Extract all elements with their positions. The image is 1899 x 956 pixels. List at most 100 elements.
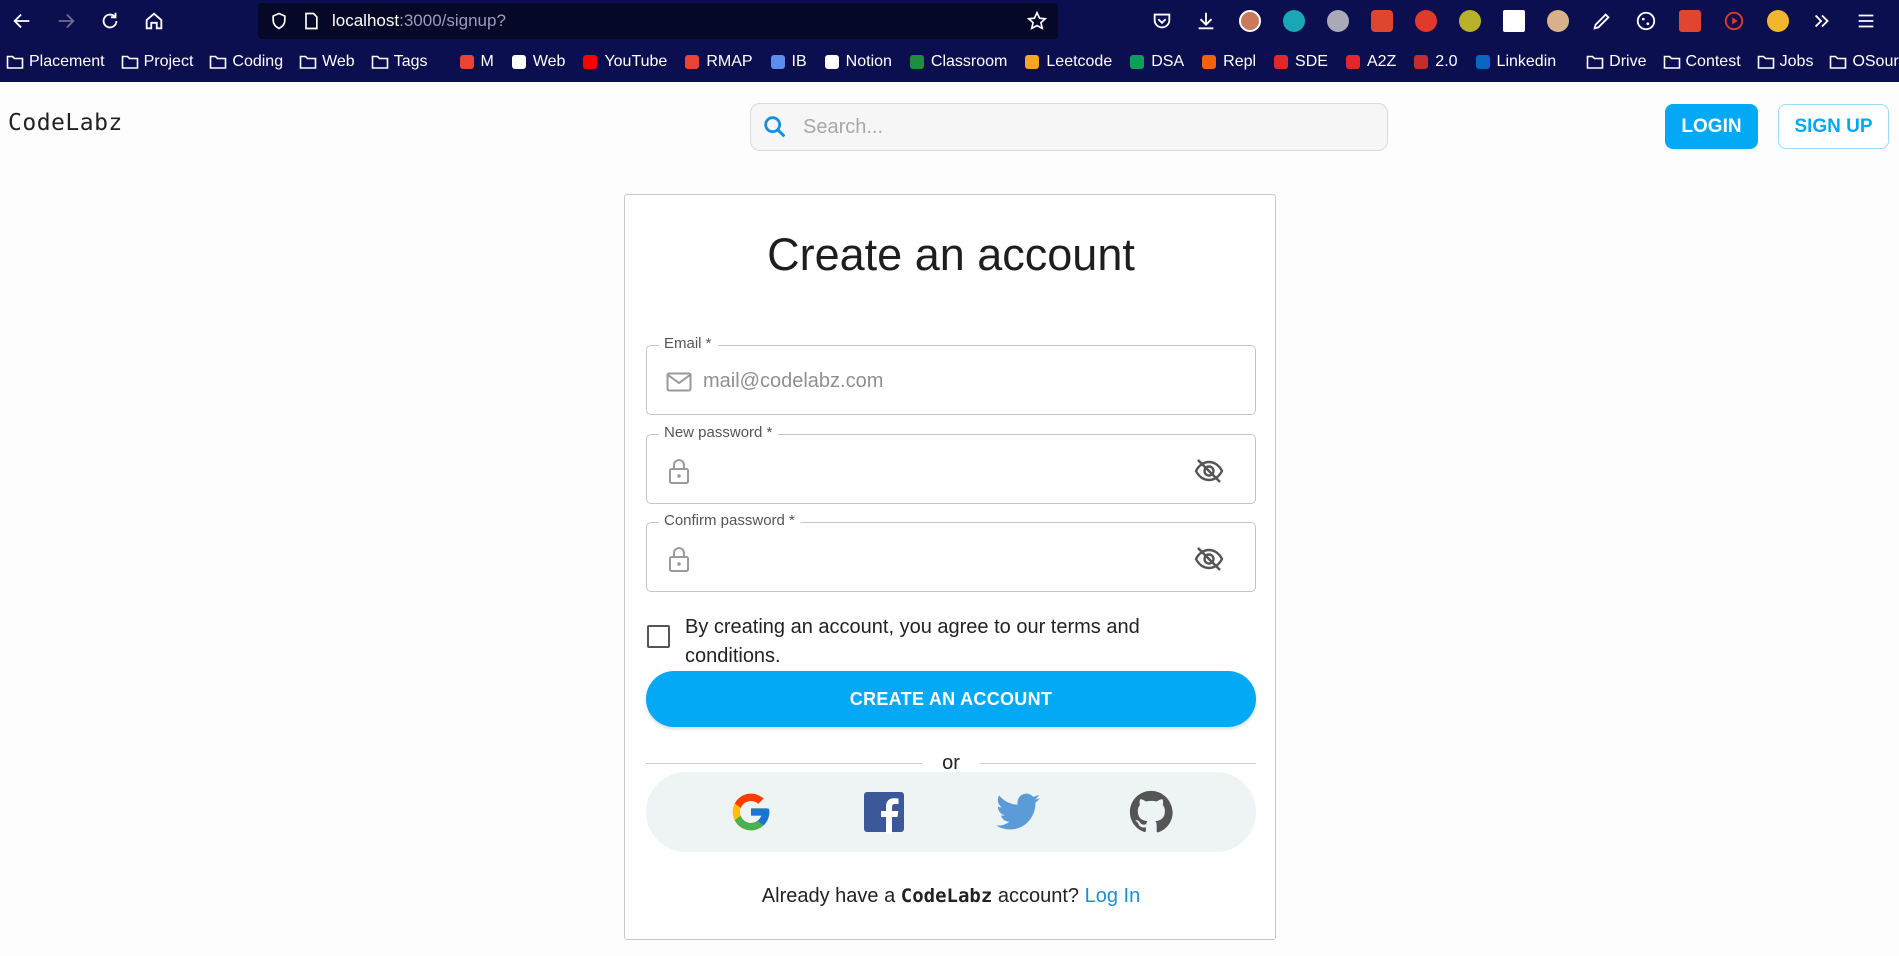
home-button[interactable] <box>132 0 176 42</box>
sheets-icon <box>1128 53 1146 71</box>
app-logo[interactable]: CodeLabz <box>8 110 123 136</box>
bookmark-label: Web <box>322 53 355 70</box>
bookmark-item[interactable]: 2.0 <box>1412 53 1458 71</box>
divider-line <box>646 762 923 764</box>
terms-checkbox[interactable] <box>647 625 670 648</box>
terms-text: By creating an account, you agree to our… <box>685 616 1140 667</box>
plus-extension-icon[interactable] <box>1448 0 1492 42</box>
login-prompt-brand: CodeLabz <box>900 885 993 907</box>
pen-extension-icon[interactable] <box>1580 0 1624 42</box>
login-link[interactable]: Log In <box>1085 885 1141 907</box>
search-bar[interactable] <box>750 103 1388 151</box>
new-password-field[interactable]: New password * <box>646 424 1256 504</box>
github-icon[interactable] <box>1128 789 1174 835</box>
back-button[interactable] <box>0 0 44 42</box>
bookmark-item[interactable]: Classroom <box>908 53 1007 71</box>
bookmark-item[interactable]: RMAP <box>683 53 753 71</box>
login-prompt-prefix: Already have a <box>761 885 896 907</box>
bookmark-item[interactable]: Placement <box>6 53 105 71</box>
arrow-left-icon <box>13 13 30 29</box>
signup-button[interactable]: SIGN UP <box>1778 104 1889 149</box>
bookmark-item[interactable]: IB <box>769 53 807 71</box>
bookmark-item[interactable]: YouTube <box>581 53 667 71</box>
play-extension-icon[interactable] <box>1712 0 1756 42</box>
bookmark-label: Jobs <box>1779 53 1814 70</box>
visibility-off-icon[interactable] <box>1193 455 1225 487</box>
bookmark-label: Notion <box>845 53 892 70</box>
bookmark-label: Classroom <box>930 53 1008 70</box>
confirm-password-label: Confirm password * <box>659 512 801 529</box>
bookmark-item[interactable]: Linkedin <box>1474 53 1557 71</box>
home-icon <box>145 12 163 30</box>
confirm-password-field[interactable]: Confirm password * <box>646 512 1256 592</box>
shield-icon[interactable] <box>268 10 290 32</box>
profile-extension-icon[interactable] <box>1228 0 1272 42</box>
bookmark-label: Linkedin <box>1496 53 1557 70</box>
confirm-password-input[interactable] <box>703 541 1183 575</box>
bookmark-item[interactable]: Drive <box>1586 53 1647 71</box>
camera-extension-icon[interactable] <box>1360 0 1404 42</box>
visibility-off-icon[interactable] <box>1193 543 1225 575</box>
bookmark-item[interactable]: SDE <box>1272 53 1328 71</box>
bookmark-label: 2.0 <box>1435 53 1458 70</box>
bookmark-label: SDE <box>1295 53 1328 70</box>
bookmark-item[interactable]: M <box>458 53 494 71</box>
menu-icon[interactable] <box>1844 0 1888 42</box>
bookmark-item[interactable]: Repl <box>1200 53 1256 71</box>
bookmark-item[interactable]: Project <box>121 53 194 71</box>
new-password-label: New password * <box>659 424 779 441</box>
facebook-icon[interactable] <box>861 789 907 835</box>
email-field[interactable]: Email * <box>646 335 1256 415</box>
reload-icon <box>102 12 118 29</box>
login-button[interactable]: LOGIN <box>1665 104 1758 149</box>
bookmark-item[interactable]: Notion <box>823 53 892 71</box>
email-label: Email * <box>659 335 718 352</box>
page-icon[interactable] <box>300 10 322 32</box>
bookmark-label: M <box>480 53 494 70</box>
globe-extension-icon[interactable] <box>1316 0 1360 42</box>
leetcode-icon <box>1023 53 1041 71</box>
bookmark-item[interactable]: OSource <box>1829 53 1899 71</box>
download-icon[interactable] <box>1184 0 1228 42</box>
bookmark-item[interactable]: Leetcode <box>1023 53 1112 71</box>
bookmark-item[interactable]: Coding <box>209 53 283 71</box>
replit-icon <box>1200 53 1218 71</box>
bookmark-item[interactable]: Contest <box>1663 53 1741 71</box>
star-icon[interactable] <box>1026 10 1048 32</box>
forward-button[interactable] <box>44 0 88 42</box>
divider-line <box>979 762 1257 764</box>
google-icon[interactable] <box>728 789 774 835</box>
bookmark-label: Project <box>143 53 194 70</box>
url-bar[interactable]: localhost:3000/signup? <box>258 3 1058 39</box>
reload-button[interactable] <box>88 0 132 42</box>
page-title: Create an account <box>767 229 1135 280</box>
pocket-icon[interactable] <box>1140 0 1184 42</box>
bookmark-item[interactable]: DSA <box>1128 53 1184 71</box>
grid-extension-icon[interactable] <box>1668 0 1712 42</box>
overflow-chevron-icon[interactable] <box>1800 0 1844 42</box>
bookmark-item[interactable]: Tags <box>371 53 428 71</box>
s-extension-icon[interactable] <box>1492 0 1536 42</box>
folder-icon <box>1829 53 1847 71</box>
bookmark-item[interactable]: Jobs <box>1757 53 1814 71</box>
search-input[interactable] <box>803 115 1343 139</box>
folder-icon <box>1663 53 1681 71</box>
bookmark-item[interactable]: Web <box>299 53 355 71</box>
compass-extension-icon[interactable] <box>1756 0 1800 42</box>
wordpress-icon <box>510 53 528 71</box>
tomato-extension-icon[interactable] <box>1404 0 1448 42</box>
bookmark-label: A2Z <box>1366 53 1397 70</box>
bird-icon <box>1412 53 1430 71</box>
cookie-extension-icon[interactable] <box>1624 0 1668 42</box>
amazon-extension-icon[interactable] <box>1272 0 1316 42</box>
face-extension-icon[interactable] <box>1536 0 1580 42</box>
bookmark-label: RMAP <box>706 53 753 70</box>
bookmark-label: IB <box>791 53 807 70</box>
email-input[interactable] <box>703 364 1183 398</box>
bookmark-item[interactable]: Web <box>510 53 565 71</box>
tuf-icon <box>1344 53 1362 71</box>
twitter-icon[interactable] <box>995 789 1041 835</box>
bookmark-item[interactable]: A2Z <box>1344 53 1396 71</box>
new-password-input[interactable] <box>703 453 1183 487</box>
create-account-button[interactable]: CREATE AN ACCOUNT <box>646 671 1256 727</box>
